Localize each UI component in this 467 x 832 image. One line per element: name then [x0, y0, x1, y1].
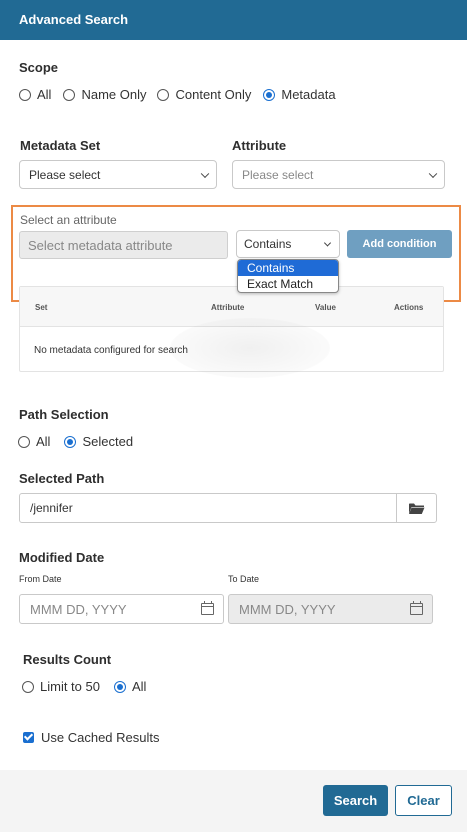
- path-option-all[interactable]: All: [18, 434, 50, 449]
- modified-date-label: Modified Date: [19, 550, 105, 565]
- scope-label: Scope: [19, 60, 59, 75]
- attribute-label: Attribute: [232, 138, 287, 153]
- radio-button[interactable]: [22, 680, 34, 693]
- operator-dropdown-list: Contains Exact Match: [237, 259, 339, 293]
- scope-option-all[interactable]: All: [19, 87, 51, 102]
- radio-button[interactable]: [18, 435, 30, 448]
- chevron-down-icon: [200, 169, 210, 178]
- panel-title: Advanced Search: [19, 12, 129, 27]
- column-header-actions: Actions: [394, 303, 424, 312]
- browse-folder-button[interactable]: [396, 493, 437, 523]
- results-count-radio-group: Limit to 50 All: [22, 679, 156, 694]
- results-count-label: Results Count: [23, 652, 112, 667]
- operator-option-contains[interactable]: Contains: [238, 260, 338, 276]
- path-selection-label: Path Selection: [19, 407, 109, 422]
- to-date-label: To Date: [228, 574, 260, 584]
- calendar-icon[interactable]: [201, 601, 214, 615]
- radio-button[interactable]: [63, 88, 76, 101]
- attribute-select[interactable]: Please select: [232, 160, 445, 189]
- panel-header: Advanced Search: [0, 0, 467, 40]
- chevron-down-icon: [323, 239, 332, 247]
- column-header-value: Value: [315, 303, 336, 312]
- calendar-icon[interactable]: [410, 601, 423, 615]
- radio-button[interactable]: [157, 88, 170, 101]
- search-button[interactable]: Search: [323, 785, 388, 816]
- radio-button-selected[interactable]: [64, 435, 77, 448]
- radio-button-selected[interactable]: [263, 88, 276, 101]
- from-date-input[interactable]: MMM DD, YYYY: [19, 594, 224, 624]
- radio-button[interactable]: [19, 88, 31, 101]
- operator-option-exact-match[interactable]: Exact Match: [238, 276, 338, 292]
- table-empty-message: No metadata configured for search: [34, 345, 188, 356]
- cached-results-option[interactable]: Use Cached Results: [23, 730, 160, 745]
- add-condition-button[interactable]: Add condition: [347, 230, 452, 258]
- metadata-attribute-input[interactable]: Select metadata attribute: [19, 231, 228, 259]
- column-header-set: Set: [35, 303, 48, 312]
- column-header-attribute: Attribute: [211, 303, 245, 312]
- path-option-selected[interactable]: Selected: [64, 434, 133, 449]
- radio-button-selected[interactable]: [113, 680, 126, 693]
- path-selection-radio-group: All Selected: [18, 434, 143, 449]
- scope-option-name-only[interactable]: Name Only: [63, 87, 146, 102]
- results-option-all[interactable]: All: [113, 679, 146, 694]
- metadata-set-label: Metadata Set: [20, 138, 101, 153]
- results-option-limit-50[interactable]: Limit to 50: [22, 679, 100, 694]
- scope-option-metadata[interactable]: Metadata: [263, 87, 336, 102]
- operator-select[interactable]: Contains: [236, 230, 340, 258]
- from-date-label: From Date: [19, 574, 62, 584]
- scope-radio-group: All Name Only Content Only Metadata: [19, 87, 346, 102]
- selected-path-label: Selected Path: [19, 471, 105, 486]
- to-date-input[interactable]: MMM DD, YYYY: [228, 594, 433, 624]
- cached-results-checkbox[interactable]: [23, 732, 34, 743]
- scope-option-content-only[interactable]: Content Only: [157, 87, 251, 102]
- dropdown-shadow: [170, 318, 330, 378]
- metadata-set-select[interactable]: Please select: [19, 160, 217, 189]
- chevron-down-icon: [428, 169, 438, 178]
- clear-button[interactable]: Clear: [395, 785, 452, 816]
- folder-open-icon: [409, 503, 425, 514]
- selected-path-input[interactable]: /jennifer: [19, 493, 397, 523]
- condition-builder-label: Select an attribute: [20, 213, 117, 227]
